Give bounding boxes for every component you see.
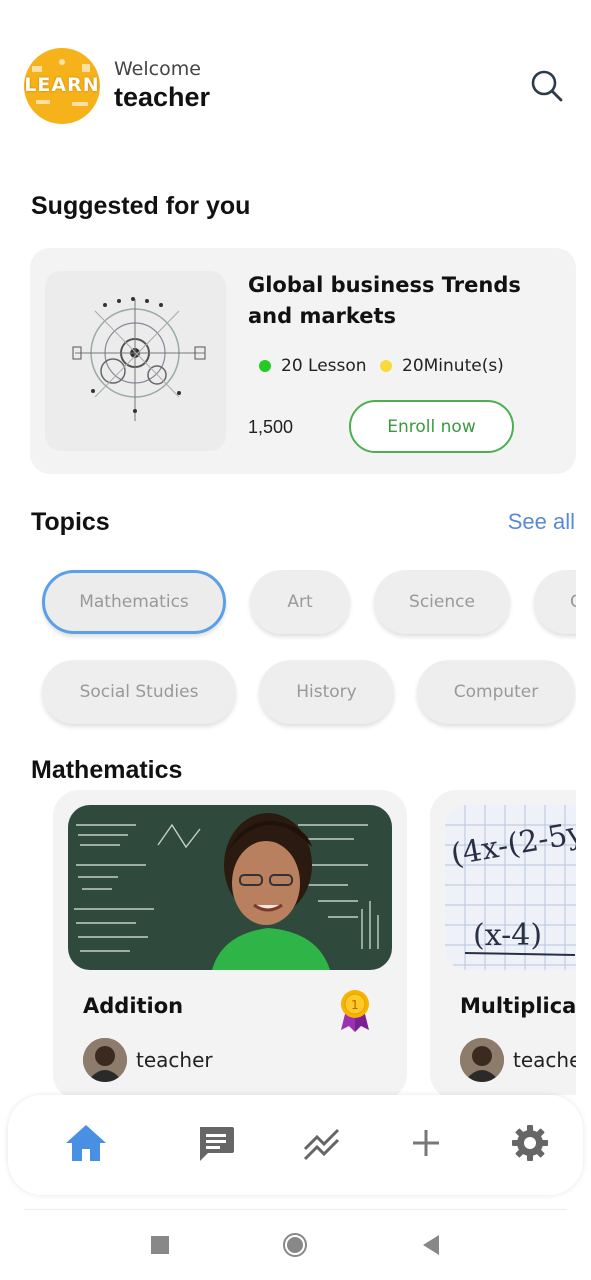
svg-text:(x-4): (x-4) xyxy=(473,918,542,953)
lesson-count: 20 Lesson xyxy=(259,356,367,376)
circle-icon xyxy=(283,1233,307,1257)
nav-stats[interactable] xyxy=(300,1121,344,1165)
bottom-navigation xyxy=(8,1095,583,1195)
back-triangle-icon xyxy=(423,1235,439,1255)
system-home-button[interactable] xyxy=(282,1232,308,1258)
chat-icon xyxy=(200,1127,234,1161)
mathematics-courses: Addition 1 teacher (4x-(2-5y (x-4) Multi… xyxy=(0,790,576,1095)
duration-text: 20Minute(s) xyxy=(402,356,504,376)
teacher-avatar xyxy=(460,1038,504,1082)
course-card-multiplication[interactable]: (4x-(2-5y (x-4) Multiplicat teache xyxy=(430,790,576,1095)
topic-chip-social-studies[interactable]: Social Studies xyxy=(42,660,236,724)
topic-chip-art[interactable]: Art xyxy=(250,570,350,634)
see-all-link[interactable]: See all xyxy=(508,509,575,535)
system-divider xyxy=(24,1209,567,1210)
teacher-name: teacher xyxy=(136,1048,213,1072)
system-recents-button[interactable] xyxy=(147,1232,173,1258)
nav-settings[interactable] xyxy=(508,1121,552,1165)
topic-chip-computer[interactable]: Computer xyxy=(417,660,575,724)
suggested-title: Suggested for you xyxy=(31,192,251,220)
topic-chip-partial[interactable]: C xyxy=(534,570,576,634)
lesson-count-text: 20 Lesson xyxy=(281,356,367,376)
search-icon xyxy=(531,70,563,102)
app-header: LEARN Welcome teacher xyxy=(24,48,569,124)
teacher-name: teache xyxy=(513,1048,576,1072)
duration-dot-icon xyxy=(380,360,392,372)
topics-row-1: Mathematics Art Science C xyxy=(0,566,576,642)
suggested-course-card[interactable]: Global business Trends and markets 20 Le… xyxy=(30,248,576,474)
settings-icon xyxy=(512,1125,548,1161)
welcome-label: Welcome xyxy=(114,58,201,80)
logo-text: LEARN xyxy=(24,74,100,96)
mathematics-title: Mathematics xyxy=(31,756,183,784)
home-icon xyxy=(66,1125,106,1161)
square-icon xyxy=(151,1236,169,1254)
topic-chip-history[interactable]: History xyxy=(259,660,394,724)
course-title: Global business Trends and markets xyxy=(248,273,521,328)
course-image: (4x-(2-5y (x-4) xyxy=(445,805,576,970)
username: teacher xyxy=(114,82,211,112)
course-price: 1,500 xyxy=(248,417,294,437)
nav-messages[interactable] xyxy=(194,1121,238,1165)
lesson-dot-icon xyxy=(259,360,271,372)
medal-icon: 1 xyxy=(337,988,373,1032)
topic-chip-science[interactable]: Science xyxy=(374,570,510,634)
course-title: Multiplicat xyxy=(460,994,576,1018)
topic-chip-mathematics[interactable]: Mathematics xyxy=(42,570,226,634)
topics-title: Topics xyxy=(31,508,110,536)
search-button[interactable] xyxy=(529,68,565,104)
course-image xyxy=(68,805,392,970)
trending-icon xyxy=(303,1128,340,1161)
app-logo[interactable]: LEARN xyxy=(24,48,100,124)
topics-row-2: Social Studies History Computer xyxy=(0,656,576,732)
teacher-avatar xyxy=(83,1038,127,1082)
course-duration: 20Minute(s) xyxy=(380,356,504,376)
nav-home[interactable] xyxy=(64,1121,108,1165)
add-icon xyxy=(413,1130,439,1156)
course-title: Addition xyxy=(83,994,184,1018)
course-thumbnail xyxy=(45,271,226,451)
system-back-button[interactable] xyxy=(418,1232,444,1258)
medal-number: 1 xyxy=(351,998,359,1012)
enroll-now-button[interactable]: Enroll now xyxy=(349,400,514,453)
course-card-addition[interactable]: Addition 1 teacher xyxy=(53,790,407,1095)
nav-add[interactable] xyxy=(404,1121,448,1165)
